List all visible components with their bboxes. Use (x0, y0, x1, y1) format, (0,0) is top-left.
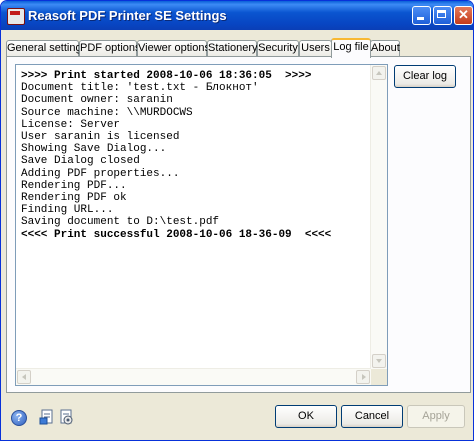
window-title: Reasoft PDF Printer SE Settings (28, 8, 227, 23)
tab-viewer-options[interactable]: Viewer options (137, 40, 210, 56)
log-line: License: Server (21, 118, 121, 131)
horizontal-scrollbar[interactable] (16, 368, 371, 385)
tab-about[interactable]: About (370, 40, 400, 56)
tab-stationery[interactable]: Stationery (207, 40, 258, 56)
log-textbox[interactable]: >>>> Print started 2008-10-06 18:36:05 >… (15, 64, 388, 386)
log-line: Source machine: \\MURDOCWS (21, 106, 193, 119)
log-line: >>>> Print started 2008-10-06 18:36:05 >… (21, 70, 312, 82)
log-line: Adding PDF properties... (21, 167, 180, 180)
printer-icon (7, 8, 25, 25)
tab-pdf-options[interactable]: PDF options (79, 40, 141, 56)
log-line: <<<< Print successful 2008-10-06 18-36-0… (21, 228, 332, 241)
log-line: Document title: 'test.txt - Блокнот' (21, 82, 259, 95)
log-line: Finding URL... (21, 204, 114, 217)
ok-button[interactable]: OK (275, 405, 337, 428)
log-content: >>>> Print started 2008-10-06 18:36:05 >… (21, 70, 369, 241)
cancel-button[interactable]: Cancel (341, 405, 403, 428)
scroll-up-arrow-icon[interactable] (372, 66, 386, 80)
minimize-button[interactable] (412, 6, 431, 25)
log-line: Saving document to D:\test.pdf (21, 216, 220, 229)
log-line: Save Dialog closed (21, 155, 140, 168)
scrollbar-corner (371, 369, 387, 385)
log-line: User saranin is licensed (21, 131, 180, 144)
log-line: Rendering PDF... (21, 179, 127, 192)
log-line: Document owner: saranin (21, 94, 173, 107)
document-settings-icon[interactable] (58, 409, 74, 425)
clear-log-button[interactable]: Clear log (394, 65, 456, 88)
vertical-scrollbar[interactable] (370, 65, 387, 369)
help-icon[interactable]: ? (11, 410, 27, 426)
title-bar[interactable]: Reasoft PDF Printer SE Settings (1, 1, 473, 30)
settings-window: Reasoft PDF Printer SE Settings General … (0, 0, 474, 441)
close-button[interactable] (454, 6, 473, 25)
scroll-left-arrow-icon[interactable] (17, 370, 31, 384)
log-file-panel: >>>> Print started 2008-10-06 18:36:05 >… (6, 56, 471, 393)
log-line: Showing Save Dialog... (21, 143, 167, 156)
maximize-button[interactable] (433, 6, 452, 25)
apply-button: Apply (407, 405, 465, 428)
tab-security[interactable]: Security (257, 40, 299, 56)
tab-users[interactable]: Users (299, 40, 332, 56)
tab-general-settings[interactable]: General settings (6, 40, 87, 56)
scroll-down-arrow-icon[interactable] (372, 354, 386, 368)
log-line: Rendering PDF ok (21, 192, 127, 205)
scroll-right-arrow-icon[interactable] (356, 370, 370, 384)
document-icon[interactable] (39, 409, 55, 425)
tab-log-file[interactable]: Log file (331, 38, 371, 58)
